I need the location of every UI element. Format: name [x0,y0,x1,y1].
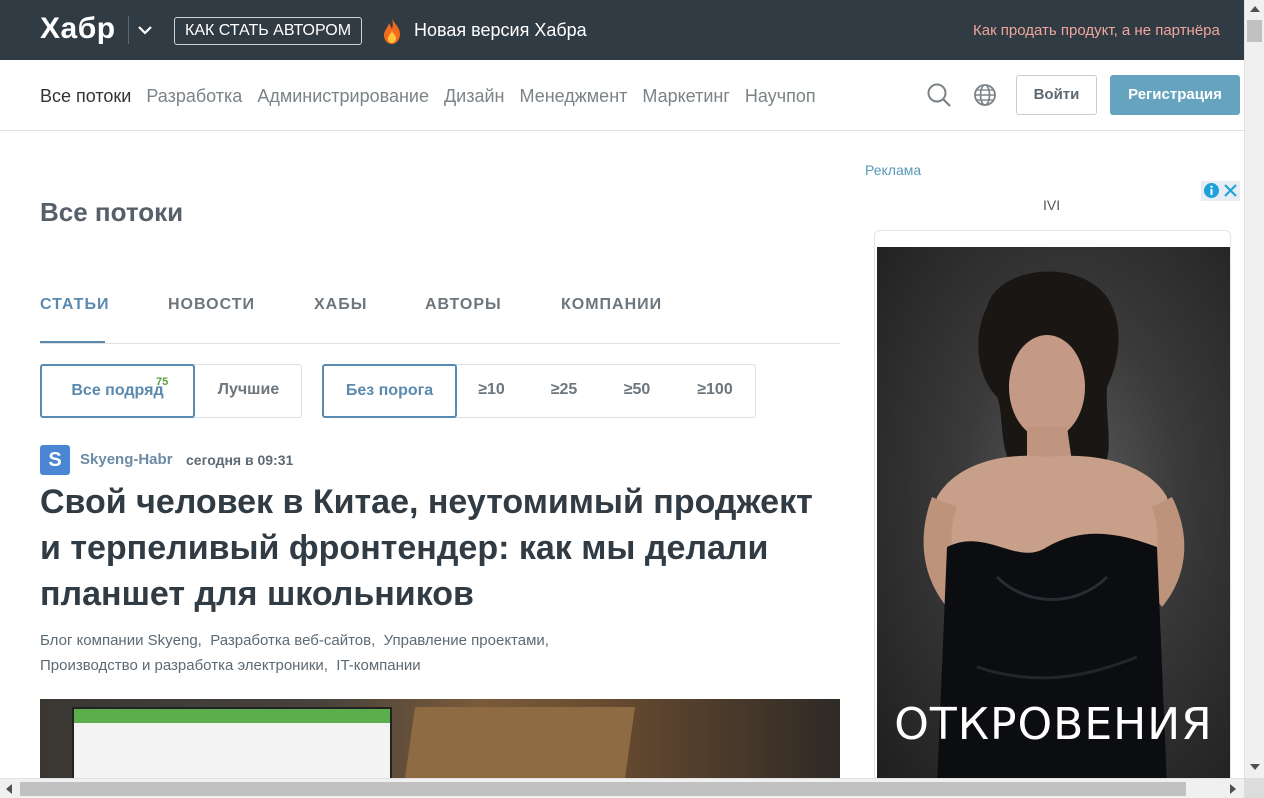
horizontal-scrollbar[interactable] [0,778,1244,798]
scroll-up-arrow-icon[interactable] [1250,6,1260,12]
sort-filter-group: Все подряд 75 Лучшие [40,364,302,418]
nav-link-all-flows[interactable]: Все потоки [40,86,131,107]
post-title-link[interactable]: Свой человек в Китае, неутомимый проджек… [40,479,840,617]
tablet-screen-header [74,709,390,723]
filter-100-button[interactable]: ≥100 [675,364,755,418]
promo-link[interactable]: Как продать продукт, а не партнёра [973,22,1244,39]
ad-photo: ОТКРОВЕНИЯ [877,247,1230,787]
info-icon[interactable] [1203,182,1220,199]
scrollbar-corner [1244,778,1264,798]
habr-logo[interactable]: Хабр [40,12,116,46]
filter-all-label: Все подряд [71,382,164,399]
globe-icon[interactable] [973,83,997,107]
ad-label: Реклама [865,162,922,178]
close-icon[interactable] [1222,182,1239,199]
nav-link-design[interactable]: Дизайн [444,86,505,107]
ad-caption: ОТКРОВЕНИЯ [894,699,1213,750]
login-button[interactable]: Войти [1016,75,1097,115]
fire-icon [384,18,400,44]
how-to-become-author-button[interactable]: КАК СТАТЬ АВТОРОМ [174,17,363,45]
ad-brand: IVI [1043,197,1061,213]
scroll-right-arrow-icon[interactable] [1230,784,1236,794]
post-hubs: Блог компании Skyeng, Разработка веб-сай… [40,628,680,678]
logo-divider [128,16,129,44]
flows-nav: Все потоки Разработка Администрирование … [0,60,1244,131]
tab-companies[interactable]: КОМПАНИИ [561,296,662,314]
cardboard-box-photo [405,707,635,778]
tab-hubs[interactable]: ХАБЫ [314,296,367,314]
active-tab-indicator [40,341,105,343]
nav-link-management[interactable]: Менеджмент [520,86,628,107]
nav-link-development[interactable]: Разработка [146,86,242,107]
filter-10-button[interactable]: ≥10 [457,364,526,418]
page-title: Все потоки [40,197,184,227]
flows-nav-links: Все потоки Разработка Администрирование … [40,86,831,107]
ad-controls [1201,181,1240,201]
hub-link[interactable]: Блог компании Skyeng, [40,632,202,649]
vertical-scroll-thumb[interactable] [1247,20,1262,42]
tablet-screen-photo [72,707,392,778]
ad-banner[interactable]: ОТКРОВЕНИЯ [874,230,1231,790]
nav-link-administration[interactable]: Администрирование [257,86,429,107]
hub-link[interactable]: IT-компании [336,657,420,674]
author-name-link[interactable]: Skyeng-Habr [80,451,173,468]
nav-link-popsci[interactable]: Научпоп [745,86,816,107]
filter-best-button[interactable]: Лучшие [195,364,302,418]
top-bar: Хабр КАК СТАТЬ АВТОРОМ Новая версия Хабр… [0,0,1244,60]
rating-threshold-group: Без порога ≥10 ≥25 ≥50 ≥100 [322,364,756,418]
new-version-link[interactable]: Новая версия Хабра [414,20,587,41]
tab-articles[interactable]: СТАТЬИ [40,296,109,314]
hub-link[interactable]: Разработка веб-сайтов, [210,632,375,649]
scroll-down-arrow-icon[interactable] [1250,764,1260,770]
author-avatar[interactable]: S [40,445,70,475]
post-time: сегодня в 09:31 [186,452,294,468]
vertical-scrollbar[interactable] [1244,0,1264,778]
chevron-down-icon[interactable] [136,20,154,40]
register-button[interactable]: Регистрация [1110,75,1240,115]
new-posts-count: 75 [156,376,169,388]
filter-no-threshold-button[interactable]: Без порога [322,364,457,418]
filter-25-button[interactable]: ≥25 [528,364,600,418]
scroll-left-arrow-icon[interactable] [6,784,12,794]
hub-link[interactable]: Производство и разработка электроники, [40,657,328,674]
hub-link[interactable]: Управление проектами, [384,632,549,649]
post-cover-image[interactable] [40,699,840,778]
tab-news[interactable]: НОВОСТИ [168,296,255,314]
filter-50-button[interactable]: ≥50 [601,364,673,418]
search-icon[interactable] [926,82,952,108]
filter-all-button[interactable]: Все подряд [40,364,195,418]
content-tabs: СТАТЬИ НОВОСТИ ХАБЫ АВТОРЫ КОМПАНИИ [40,296,840,344]
horizontal-scroll-thumb[interactable] [20,782,1186,796]
tab-authors[interactable]: АВТОРЫ [425,296,502,314]
nav-link-marketing[interactable]: Маркетинг [642,86,730,107]
